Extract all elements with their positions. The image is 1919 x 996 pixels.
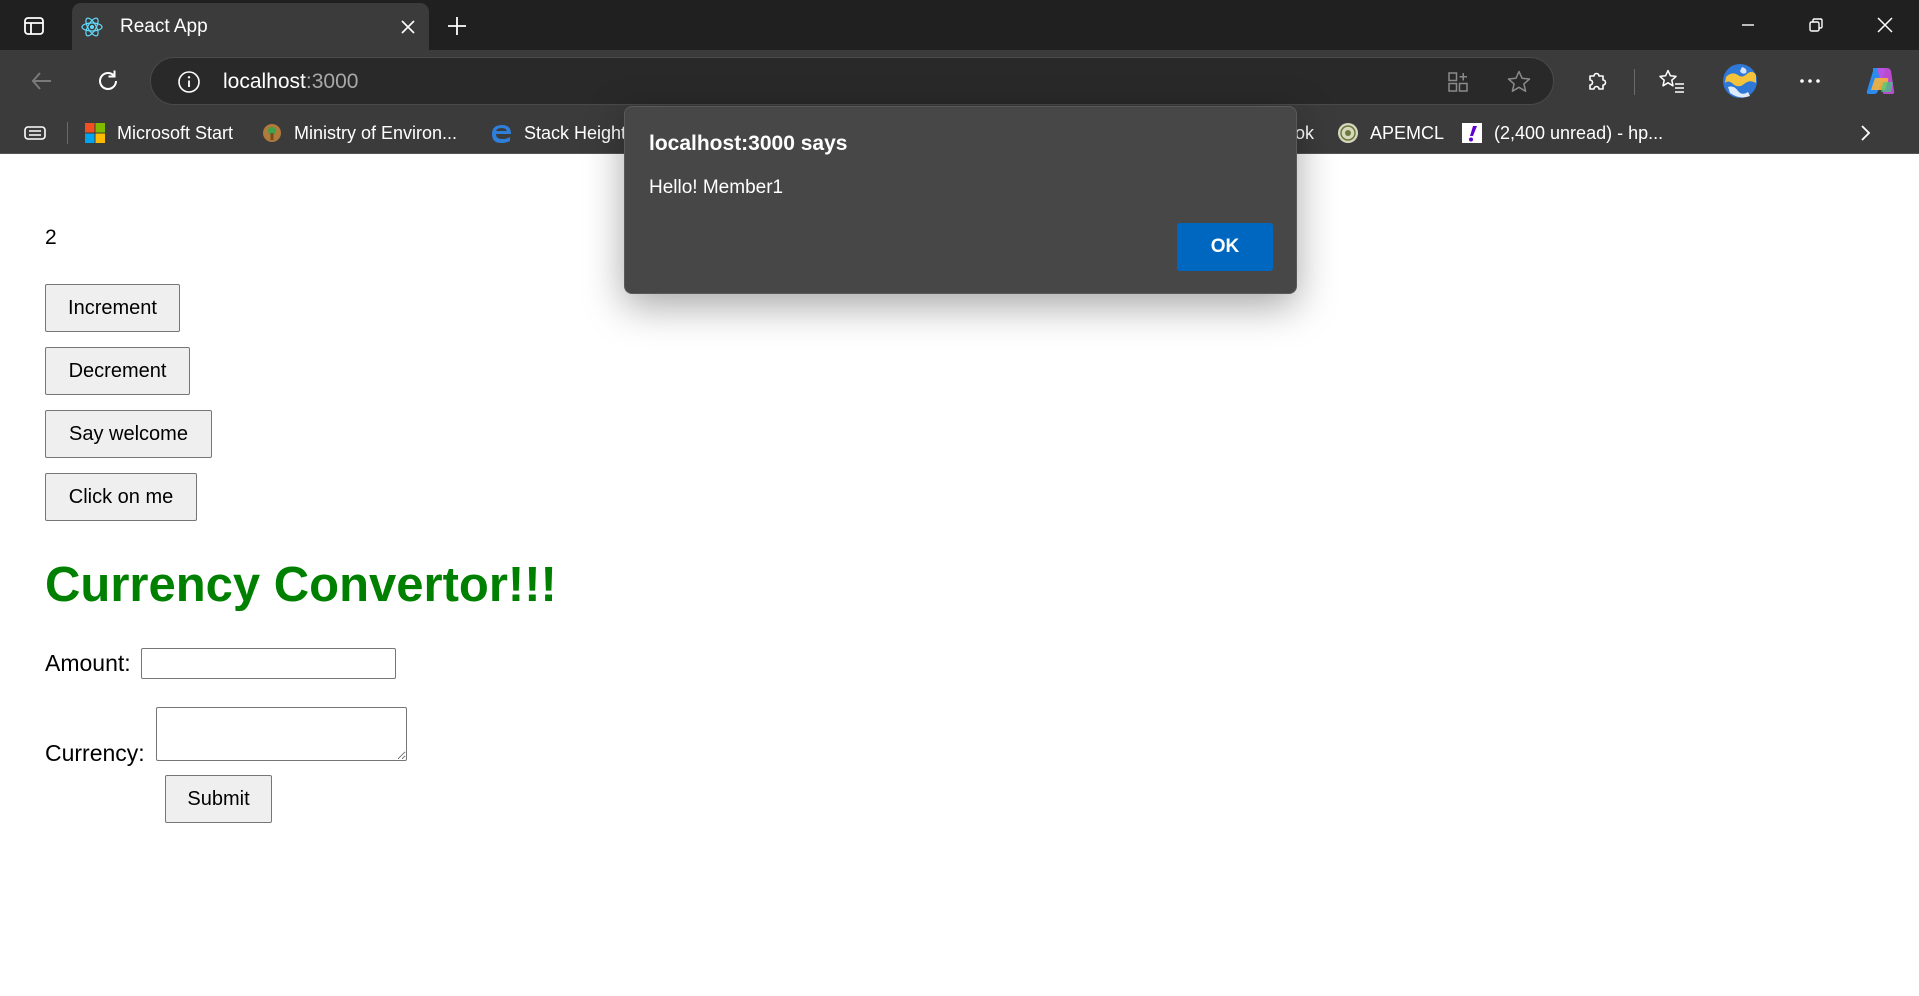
navigation-toolbar: localhost:3000 xyxy=(0,50,1919,112)
restore-button[interactable] xyxy=(1782,0,1850,50)
favorite-label: Stack Height xyxy=(524,122,627,143)
react-logo-icon xyxy=(81,17,103,37)
add-favorite-button[interactable] xyxy=(1504,67,1534,97)
url-text[interactable]: localhost:3000 xyxy=(223,70,358,94)
amount-input[interactable] xyxy=(141,648,396,679)
yahoo-mail-icon xyxy=(1462,123,1482,143)
favorites-list-icon xyxy=(1659,69,1684,93)
counter-value: 2 xyxy=(45,226,57,249)
currency-textarea[interactable] xyxy=(156,707,407,761)
browser-window: React App localhost:3000 Microsoft Start… xyxy=(0,0,1919,996)
app-available-button[interactable] xyxy=(1443,67,1473,97)
close-icon xyxy=(401,20,415,34)
favorite-microsoft-start[interactable]: Microsoft Start xyxy=(83,119,233,147)
click-on-me-button[interactable]: Click on me xyxy=(45,473,197,521)
tab-strip: React App xyxy=(0,0,1919,50)
collections-icon xyxy=(24,126,46,140)
profile-button[interactable] xyxy=(1720,61,1760,101)
favorites-button[interactable] xyxy=(1652,61,1692,101)
tab-actions-menu-button[interactable] xyxy=(20,12,48,40)
amount-label: Amount: xyxy=(45,650,131,676)
favorite-label: Ministry of Environ... xyxy=(294,122,458,143)
favorites-divider xyxy=(67,122,68,144)
minimize-button[interactable] xyxy=(1714,0,1782,50)
favorite-stack-height[interactable]: Stack Height xyxy=(490,119,626,147)
dialog-title: localhost:3000 says xyxy=(649,132,848,155)
favorite-apemcl[interactable]: APEMCL xyxy=(1336,119,1444,147)
vertical-tabs-icon xyxy=(24,17,44,35)
decrement-button[interactable]: Decrement xyxy=(45,347,190,395)
apemcl-seal-icon xyxy=(1338,123,1358,143)
submit-button[interactable]: Submit xyxy=(165,775,272,823)
favorite-label: APEMCL xyxy=(1370,122,1445,143)
chevron-right-icon xyxy=(1861,125,1871,141)
settings-and-more-button[interactable] xyxy=(1790,61,1830,101)
close-window-button[interactable] xyxy=(1851,0,1919,50)
tab-react-app[interactable]: React App xyxy=(72,3,429,50)
more-horizontal-icon xyxy=(1800,79,1820,83)
collections-button[interactable] xyxy=(22,119,48,147)
address-bar[interactable]: localhost:3000 xyxy=(150,57,1554,105)
copilot-logo-icon xyxy=(1866,68,1895,94)
close-icon xyxy=(1877,17,1893,33)
avatar xyxy=(1723,64,1757,98)
favorite-partially-hidden[interactable]: ok xyxy=(1295,119,1314,147)
tab-title: React App xyxy=(120,16,208,37)
currency-label: Currency: xyxy=(45,740,145,766)
ministry-emblem-icon xyxy=(263,124,281,142)
favorite-label: ok xyxy=(1295,122,1315,143)
app-grid-icon xyxy=(1448,72,1468,92)
url-port: :3000 xyxy=(305,70,359,93)
page-title: Currency Convertor!!! xyxy=(45,558,557,612)
more-favorites-button[interactable] xyxy=(1854,119,1876,147)
plus-icon xyxy=(448,17,466,35)
favorite-ministry-of-environment[interactable]: Ministry of Environ... xyxy=(260,119,457,147)
minimize-icon xyxy=(1742,24,1754,26)
reload-button[interactable] xyxy=(88,61,128,101)
favorite-label: (2,400 unread) - hp... xyxy=(1494,122,1664,143)
copilot-button[interactable] xyxy=(1860,61,1900,101)
alert-dialog: localhost:3000 says Hello! Member1 OK xyxy=(624,106,1297,294)
edge-e-icon xyxy=(492,125,511,143)
toolbar-divider xyxy=(1634,69,1635,95)
tab-close-button[interactable] xyxy=(395,14,421,40)
microsoft-logo-icon xyxy=(85,123,105,143)
dialog-message: Hello! Member1 xyxy=(649,177,784,198)
reload-icon xyxy=(99,70,117,90)
favorite-label: Microsoft Start xyxy=(117,122,234,143)
star-icon xyxy=(1507,70,1531,92)
say-welcome-button[interactable]: Say welcome xyxy=(45,410,212,458)
back-arrow-icon xyxy=(31,72,51,90)
puzzle-piece-icon xyxy=(1589,72,1607,90)
ok-button[interactable]: OK xyxy=(1177,223,1273,271)
back-button[interactable] xyxy=(22,61,62,101)
favorite-yahoo-mail[interactable]: (2,400 unread) - hp... xyxy=(1460,119,1663,147)
new-tab-button[interactable] xyxy=(443,12,471,40)
site-info-button[interactable] xyxy=(175,68,203,96)
extensions-button[interactable] xyxy=(1578,61,1618,101)
restore-icon xyxy=(1809,18,1823,32)
increment-button[interactable]: Increment xyxy=(45,284,180,332)
info-icon xyxy=(178,71,200,93)
url-host: localhost xyxy=(223,70,306,93)
